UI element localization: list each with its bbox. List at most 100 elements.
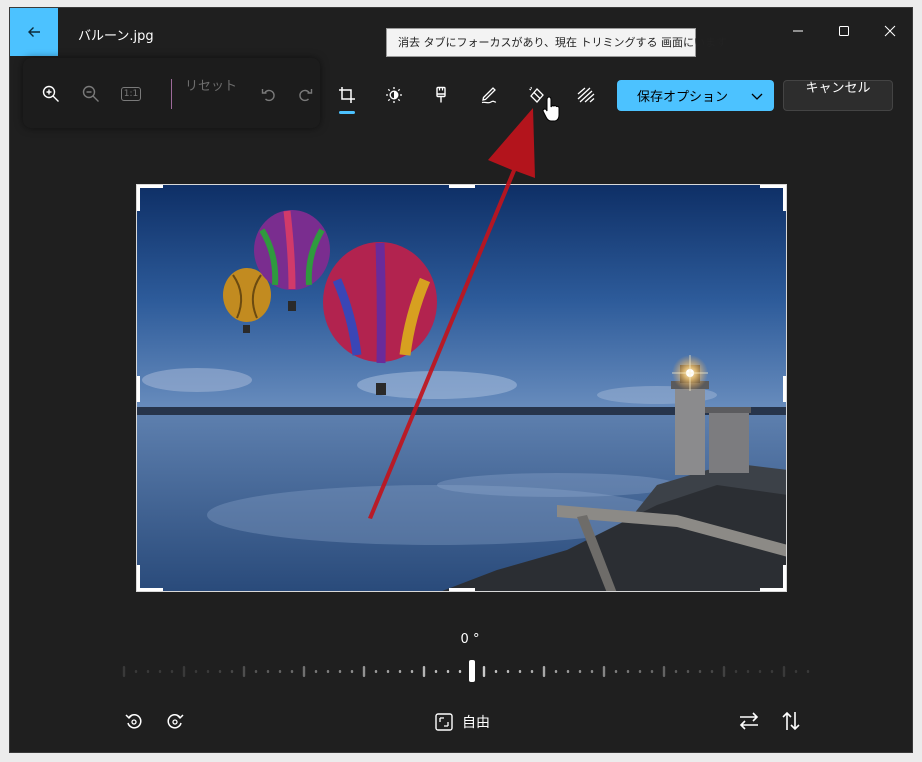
rotate-left-icon (125, 714, 142, 729)
rotation-minor-tick (326, 670, 330, 673)
crop-handle-bottom-left[interactable] (137, 588, 163, 591)
erase-tab[interactable] (522, 80, 552, 110)
save-options-button[interactable]: 保存オプション (617, 80, 774, 111)
filter-icon (436, 86, 446, 103)
reset-button[interactable]: リセット (181, 80, 241, 94)
rotation-minor-tick (386, 670, 390, 673)
erase-icon (529, 86, 544, 103)
rotation-minor-tick (554, 670, 558, 673)
adjust-brightness-icon (386, 87, 402, 103)
crop-handle-top-left[interactable] (137, 185, 163, 188)
chevron-down-icon (751, 93, 763, 100)
rotation-minor-tick (230, 670, 234, 673)
rotation-minor-tick (410, 670, 414, 673)
crop-handle-bottom-left-v[interactable] (137, 565, 140, 591)
filter-tab[interactable] (426, 80, 456, 110)
background-tab[interactable] (571, 80, 601, 110)
rotation-minor-tick (170, 670, 174, 673)
rotation-minor-tick (158, 670, 162, 673)
rotation-major-tick (602, 666, 606, 677)
undo-button[interactable] (253, 79, 283, 109)
minimize-button[interactable] (783, 16, 813, 46)
rotation-minor-tick (734, 670, 738, 673)
crop-tab[interactable] (332, 80, 362, 110)
crop-handle-top[interactable] (449, 185, 475, 188)
crop-handle-top-left-v[interactable] (137, 185, 140, 211)
undo-icon (261, 89, 275, 102)
rotation-minor-tick (338, 670, 342, 673)
crop-icon (339, 87, 355, 103)
toolbar-divider (171, 79, 172, 109)
rotation-minor-tick (314, 670, 318, 673)
rotation-major-tick (782, 666, 786, 677)
rotation-minor-tick (218, 670, 222, 673)
redo-icon (299, 89, 313, 102)
rotation-minor-tick (194, 670, 198, 673)
rotation-minor-tick (506, 670, 510, 673)
markup-tab[interactable] (474, 80, 504, 110)
close-icon (884, 25, 896, 37)
back-button[interactable] (10, 8, 58, 56)
adjust-tab[interactable] (379, 80, 409, 110)
focus-tooltip: 消去 タブにフォーカスがあり、現在 トリミングする 画面にいます (386, 28, 727, 57)
markup-pen-icon (481, 87, 497, 104)
rotation-minor-tick (746, 670, 750, 673)
rotation-minor-tick (614, 670, 618, 673)
landscape-photo (137, 185, 786, 591)
crop-handle-left[interactable] (137, 376, 140, 402)
photos-editor-window: バルーン.jpg 1:1 リセット 保存オプション キャンセル 0 ° 自由 消… (9, 7, 913, 753)
maximize-icon (839, 26, 849, 36)
rotation-minor-tick (794, 670, 798, 673)
rotation-major-tick (542, 666, 546, 677)
rotation-minor-tick (350, 670, 354, 673)
rotation-minor-tick (710, 670, 714, 673)
flip-vertical-button[interactable] (777, 707, 805, 735)
rotation-minor-tick (686, 670, 690, 673)
rotation-minor-tick (206, 670, 210, 673)
photo-canvas[interactable] (136, 184, 787, 592)
aspect-ratio-icon (435, 713, 453, 731)
window-title: バルーン.jpg (78, 29, 154, 44)
redo-button[interactable] (291, 79, 321, 109)
rotation-minor-tick (374, 670, 378, 673)
zoom-in-icon (42, 85, 59, 102)
zoom-history-toolbar: 1:1 リセット (23, 58, 320, 128)
rotation-minor-tick (278, 670, 282, 673)
minimize-icon (793, 30, 803, 32)
flip-horizontal-icon (739, 712, 759, 730)
aspect-ratio-button[interactable]: 自由 (434, 708, 490, 736)
actual-size-icon: 1:1 (120, 87, 142, 101)
rotation-minor-tick (146, 670, 150, 673)
crop-handle-top-right-v[interactable] (783, 185, 786, 211)
rotation-major-tick (422, 666, 426, 677)
zoom-in-button[interactable] (36, 79, 66, 109)
crop-handle-bottom-right-v[interactable] (783, 565, 786, 591)
rotation-minor-tick (458, 670, 462, 673)
zoom-out-button[interactable] (76, 79, 106, 109)
rotate-right-button[interactable] (161, 707, 189, 735)
rotate-left-button[interactable] (120, 707, 148, 735)
maximize-button[interactable] (829, 16, 859, 46)
rotation-major-tick (122, 666, 126, 677)
rotation-minor-tick (758, 670, 762, 673)
rotation-minor-tick (626, 670, 630, 673)
cancel-button[interactable]: キャンセル (783, 80, 893, 111)
rotate-right-icon (167, 714, 184, 729)
rotation-minor-tick (650, 670, 654, 673)
close-button[interactable] (875, 16, 905, 46)
rotation-minor-tick (266, 670, 270, 673)
rotation-slider[interactable] (120, 658, 810, 686)
rotation-minor-tick (398, 670, 402, 673)
flip-horizontal-button[interactable] (735, 707, 763, 735)
crop-handle-right[interactable] (783, 376, 786, 402)
active-tab-indicator (339, 111, 355, 114)
rotation-major-tick (362, 666, 366, 677)
crop-handle-bottom[interactable] (449, 588, 475, 591)
rotation-slider-thumb[interactable] (469, 660, 475, 682)
save-options-label: 保存オプション (637, 90, 729, 105)
rotation-minor-tick (566, 670, 570, 673)
actual-size-button[interactable]: 1:1 (116, 79, 146, 109)
rotation-minor-tick (290, 670, 294, 673)
rotation-minor-tick (590, 670, 594, 673)
rotation-major-tick (482, 666, 486, 677)
